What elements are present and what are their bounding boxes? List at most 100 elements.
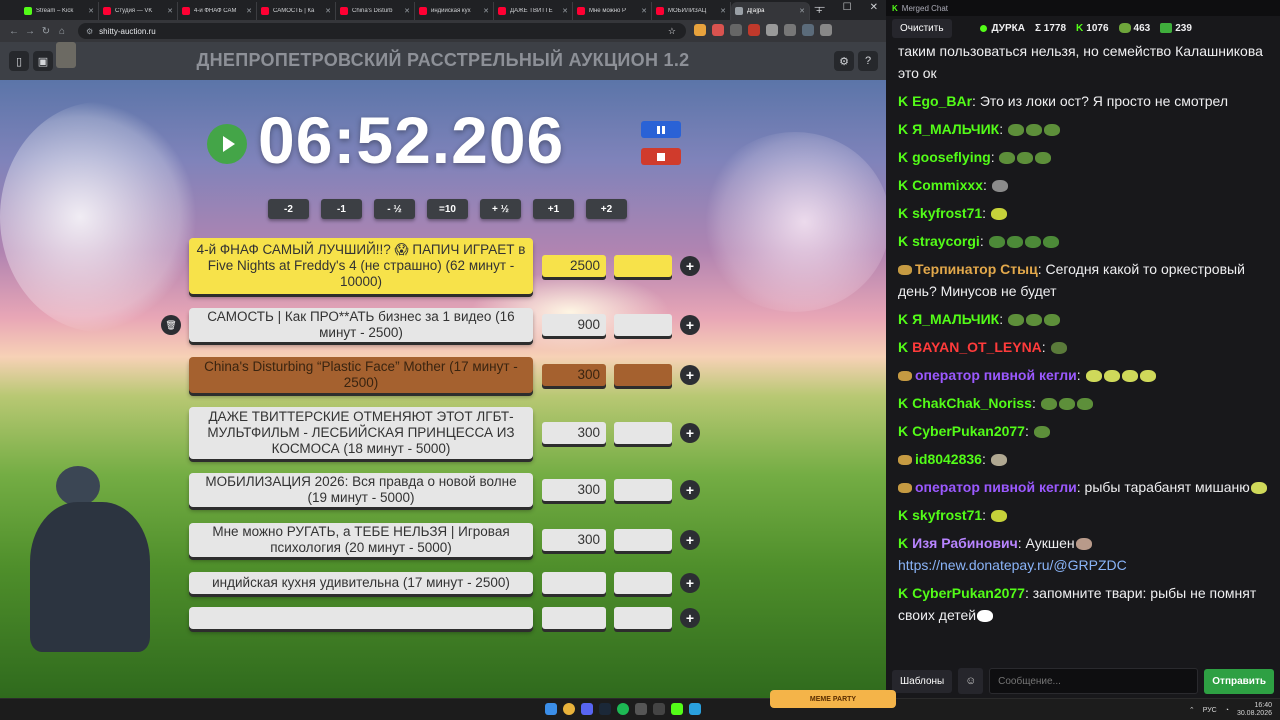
lot-name[interactable]: 4-й ФНАФ САМЫЙ ЛУЧШИЙ!!? 😱 ПАПИЧ ИГРАЕТ … bbox=[189, 238, 533, 294]
tab-close-icon[interactable]: ✕ bbox=[483, 7, 489, 15]
lot-amount[interactable]: 300 bbox=[542, 529, 606, 551]
time-adjust-button[interactable]: -2 bbox=[268, 199, 309, 219]
stop-button[interactable] bbox=[641, 148, 681, 165]
network-icon[interactable]: ◔ bbox=[1225, 707, 1229, 714]
lot-name[interactable]: САМОСТЬ | Как ПРО**АТЬ бизнес за 1 видео… bbox=[189, 308, 533, 342]
lot-name[interactable]: Мне можно РУГАТЬ, а ТЕБЕ НЕЛЬЗЯ | Игрова… bbox=[189, 523, 533, 557]
time-adjust-button[interactable]: +1 bbox=[533, 199, 574, 219]
extension-icon[interactable] bbox=[748, 24, 760, 36]
lot-add-button[interactable]: + bbox=[680, 530, 700, 550]
address-bar[interactable]: ⚙ shitty-auction.ru ☆ bbox=[78, 23, 686, 39]
steam-icon[interactable] bbox=[599, 703, 611, 715]
tab-close-icon[interactable]: ✕ bbox=[641, 7, 647, 15]
spotify-icon[interactable] bbox=[617, 703, 629, 715]
tab-close-icon[interactable]: ✕ bbox=[562, 7, 568, 15]
language-indicator[interactable]: РУС bbox=[1203, 707, 1217, 714]
chrome-icon[interactable] bbox=[563, 703, 575, 715]
clear-chat-button[interactable]: Очистить bbox=[892, 18, 952, 38]
lot-add-button[interactable]: + bbox=[680, 608, 700, 628]
menu-icon[interactable] bbox=[820, 24, 832, 36]
chat-username[interactable]: оператор пивной кегли bbox=[915, 479, 1077, 495]
lot-add-button[interactable]: + bbox=[680, 573, 700, 593]
chat-username[interactable]: Commixxx bbox=[912, 177, 983, 193]
meme-party-widget[interactable]: MEME PARTY bbox=[770, 690, 896, 708]
lot-name[interactable]: МОБИЛИЗАЦИЯ 2026: Вся правда о новой вол… bbox=[189, 473, 533, 507]
lot-add-amount-input[interactable] bbox=[614, 255, 672, 277]
bookmark-star-icon[interactable]: ☆ bbox=[668, 26, 676, 37]
minimize-icon[interactable]: — bbox=[815, 2, 825, 13]
maximize-icon[interactable]: ☐ bbox=[843, 2, 852, 13]
extension-icon[interactable] bbox=[694, 24, 706, 36]
tab-close-icon[interactable]: ✕ bbox=[246, 7, 252, 15]
chat-username[interactable]: id8042836 bbox=[915, 451, 982, 467]
chat-username[interactable]: straycorgi bbox=[912, 233, 980, 249]
tab-close-icon[interactable]: ✕ bbox=[325, 7, 331, 15]
chat-username[interactable]: Я_МАЛЬЧИК bbox=[912, 121, 999, 137]
delete-lot-trash-icon[interactable]: 🗑 bbox=[161, 315, 181, 335]
time-adjust-button[interactable]: - ½ bbox=[374, 199, 415, 219]
lot-add-button[interactable]: + bbox=[680, 315, 700, 335]
browser-tab[interactable]: Stream – Kick ✕ bbox=[20, 2, 99, 20]
templates-button[interactable]: Шаблоны bbox=[892, 669, 953, 693]
lot-add-amount-input[interactable] bbox=[614, 364, 672, 386]
lot-amount[interactable]: 300 bbox=[542, 364, 606, 386]
chat-username[interactable]: ChakChak_Noriss bbox=[912, 395, 1032, 411]
message-input[interactable] bbox=[989, 668, 1199, 694]
pause-button[interactable] bbox=[641, 121, 681, 138]
tab-close-icon[interactable]: ✕ bbox=[720, 7, 726, 15]
browser-tab[interactable]: China's Disturb ✕ bbox=[336, 2, 415, 20]
lot-amount[interactable] bbox=[542, 607, 606, 629]
lot-add-button[interactable]: + bbox=[680, 256, 700, 276]
tab-close-icon[interactable]: ✕ bbox=[88, 7, 94, 15]
lot-add-amount-input[interactable] bbox=[614, 314, 672, 336]
extension-icon[interactable] bbox=[730, 24, 742, 36]
back-icon[interactable]: ← bbox=[6, 26, 22, 37]
clock[interactable]: 16:40 30.08.2026 bbox=[1237, 702, 1272, 718]
reload-icon[interactable]: ↻ bbox=[38, 26, 54, 37]
lot-add-amount-input[interactable] bbox=[614, 572, 672, 594]
discord-icon[interactable] bbox=[581, 703, 593, 715]
tab-close-icon[interactable]: ✕ bbox=[799, 7, 805, 15]
lot-amount[interactable]: 300 bbox=[542, 422, 606, 444]
extension-icon[interactable] bbox=[712, 24, 724, 36]
send-button[interactable]: Отправить bbox=[1204, 668, 1274, 694]
tray-chevron-icon[interactable]: ⌃ bbox=[1189, 706, 1195, 714]
time-adjust-button[interactable]: -1 bbox=[321, 199, 362, 219]
lot-add-amount-input[interactable] bbox=[614, 607, 672, 629]
downloads-icon[interactable] bbox=[784, 24, 796, 36]
browser-tab[interactable]: Студия — VK ✕ bbox=[99, 2, 178, 20]
forward-icon[interactable]: → bbox=[22, 26, 38, 37]
play-button[interactable] bbox=[207, 124, 247, 164]
chat-username[interactable]: Изя Рабинович bbox=[912, 535, 1018, 551]
time-adjust-button[interactable]: + ½ bbox=[480, 199, 521, 219]
chat-username[interactable]: оператор пивной кегли bbox=[915, 367, 1077, 383]
telegram-icon[interactable] bbox=[689, 703, 701, 715]
chat-username[interactable]: CyberPukan2077 bbox=[912, 423, 1025, 439]
chat-username[interactable]: CyberPukan2077 bbox=[912, 585, 1025, 601]
lot-name[interactable]: индийская кухня удивительна (17 минут - … bbox=[189, 572, 533, 594]
chat-username[interactable]: Я_МАЛЬЧИК bbox=[912, 311, 999, 327]
lot-amount[interactable]: 300 bbox=[542, 479, 606, 501]
browser-tab[interactable]: ДАЖЕ ТВИТТЕ ✕ bbox=[494, 2, 573, 20]
lot-amount[interactable]: 900 bbox=[542, 314, 606, 336]
browser-tab[interactable]: Д[а]ра ✕ bbox=[731, 2, 810, 20]
lot-name[interactable] bbox=[189, 607, 533, 629]
app-icon[interactable] bbox=[635, 703, 647, 715]
lot-add-button[interactable]: + bbox=[680, 480, 700, 500]
profile-icon[interactable] bbox=[802, 24, 814, 36]
help-icon[interactable]: ? bbox=[858, 51, 878, 71]
site-info-icon[interactable]: ⚙ bbox=[86, 27, 93, 36]
lot-add-button[interactable]: + bbox=[680, 423, 700, 443]
extensions-puzzle-icon[interactable] bbox=[766, 24, 778, 36]
chat-link[interactable]: https://new.donatepay.ru/@GRPZDC bbox=[898, 557, 1127, 573]
settings-gear-icon[interactable]: ⚙ bbox=[834, 51, 854, 71]
lot-amount[interactable]: 2500 bbox=[542, 255, 606, 277]
obs-icon[interactable] bbox=[653, 703, 665, 715]
browser-tab[interactable]: индийская кух ✕ bbox=[415, 2, 494, 20]
start-icon[interactable] bbox=[545, 703, 557, 715]
browser-tab[interactable]: МОБИЛИЗАЦ ✕ bbox=[652, 2, 731, 20]
time-adjust-button[interactable]: +2 bbox=[586, 199, 627, 219]
chat-username[interactable]: BAYAN_OT_LEYNA bbox=[912, 339, 1042, 355]
lot-add-amount-input[interactable] bbox=[614, 529, 672, 551]
browser-tab[interactable]: 4-й ФНАФ САМ ✕ bbox=[178, 2, 257, 20]
